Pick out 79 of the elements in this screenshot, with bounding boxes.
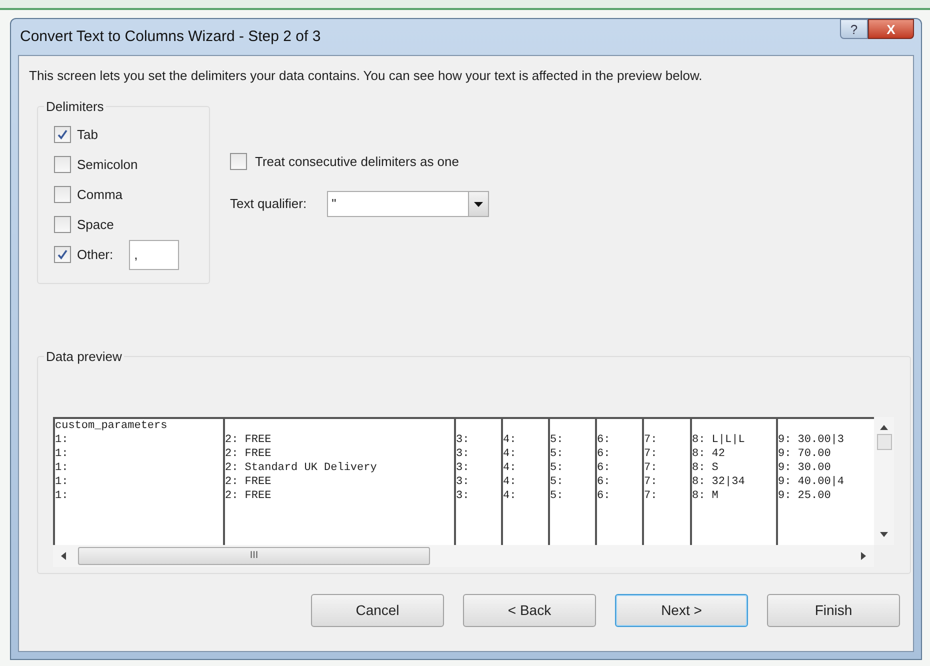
- preview-cell-text: 1:: [55, 474, 70, 488]
- preview-cell-text: 7:: [644, 432, 658, 446]
- preview-cell-text: 8: L|L|L: [692, 432, 746, 446]
- dialog-button[interactable]: Next >: [615, 594, 748, 626]
- check-icon: [57, 129, 68, 140]
- preview-cell-text: 7:: [644, 474, 658, 488]
- scroll-left-icon[interactable]: [61, 552, 66, 560]
- preview-cell-text: 6:: [597, 460, 612, 474]
- preview-cell-text: 3:: [456, 460, 470, 474]
- preview-cell-text: 5:: [550, 460, 564, 474]
- preview-cell-text: 2: Standard UK Delivery: [225, 460, 378, 474]
- preview-cell-text: 5:: [550, 432, 564, 446]
- dropdown-arrow-icon: [474, 202, 483, 206]
- preview-cell-text: 7:: [644, 488, 658, 502]
- preview-cell-text: 7:: [644, 460, 658, 474]
- checkbox[interactable]: [230, 152, 247, 170]
- checkbox[interactable]: [54, 246, 71, 263]
- preview-cell-text: 3:: [456, 488, 470, 502]
- preview-cell-text: 9: 30.00|3: [778, 432, 846, 446]
- check-icon: [57, 249, 68, 260]
- preview-cell-text: 2: FREE: [225, 446, 272, 460]
- preview-cell-text: 4:: [503, 474, 518, 488]
- preview-cell-text: 4:: [503, 460, 518, 474]
- preview-cell-text: 9: 40.00|4: [778, 474, 846, 488]
- dialog-button[interactable]: Finish: [767, 594, 900, 626]
- preview-cell-text: 1:: [55, 446, 70, 460]
- preview-cell-text: 6:: [597, 488, 612, 502]
- scroll-thumb[interactable]: [876, 434, 892, 450]
- help-button[interactable]: ?: [840, 19, 868, 39]
- preview-cell-text: 5:: [550, 488, 564, 502]
- checkbox[interactable]: [54, 126, 71, 143]
- preview-cell-text: 1:: [55, 432, 70, 446]
- vertical-scrollbar[interactable]: [874, 416, 894, 544]
- preview-cell-text: 2: FREE: [225, 474, 272, 488]
- checkbox-label: Treat consecutive delimiters as one: [255, 152, 460, 170]
- column-header: custom_parameters: [55, 418, 168, 432]
- checkbox-label: Other:: [77, 246, 114, 264]
- preview-cell-text: 6:: [597, 432, 612, 446]
- other-delimiter-field[interactable]: ,: [129, 240, 180, 270]
- preview-cell-text: 5:: [550, 446, 564, 460]
- text-qualifier-dropdown[interactable]: ": [326, 191, 489, 217]
- preview-cell-text: 7:: [644, 446, 658, 460]
- preview-cell-text: 1:: [55, 488, 70, 502]
- preview-cell-text: 9: 70.00: [778, 446, 832, 460]
- checkbox[interactable]: [54, 216, 71, 233]
- preview-cell-text: 5:: [550, 474, 564, 488]
- dialog-button[interactable]: < Back: [463, 594, 596, 626]
- intro-text: This screen lets you set the delimiters your data contains. You can see how your text is affected in the preview below.: [29, 67, 704, 85]
- checkbox-label: Comma: [77, 186, 123, 204]
- preview-cell-text: 6:: [597, 474, 612, 488]
- preview-cell-text: 3:: [456, 446, 470, 460]
- checkbox-label: Tab: [77, 126, 98, 144]
- preview-cell-text: 1:: [55, 460, 70, 474]
- preview-cell-text: 8: S: [692, 460, 720, 474]
- preview-cell-text: 3:: [456, 432, 470, 446]
- field-label: Text qualifier:: [230, 195, 307, 214]
- preview-cell-text: 4:: [503, 488, 518, 502]
- scroll-down-icon[interactable]: [880, 532, 888, 536]
- scroll-right-icon[interactable]: [861, 552, 866, 560]
- preview-cell-text: 2: FREE: [225, 432, 272, 446]
- preview-cell-text: 2: FREE: [225, 488, 272, 502]
- horizontal-scrollbar[interactable]: III: [53, 544, 874, 566]
- preview-cell-text: 8: 32|34: [692, 474, 746, 488]
- preview-cell-text: 9: 30.00: [778, 460, 832, 474]
- checkbox-label: Space: [77, 216, 114, 234]
- dialog-button[interactable]: Cancel: [311, 594, 444, 626]
- preview-cell-text: 9: 25.00: [778, 488, 832, 502]
- preview-cell-text: 4:: [503, 446, 518, 460]
- close-button[interactable]: X: [868, 19, 914, 39]
- preview-cell-text: 6:: [597, 446, 612, 460]
- scroll-up-icon[interactable]: [880, 424, 888, 430]
- checkbox[interactable]: [54, 156, 71, 173]
- preview-cell-text: 8: M: [692, 488, 720, 502]
- preview-cell-text: 8: 42: [692, 446, 726, 460]
- preview-cell-text: 4:: [503, 432, 518, 446]
- checkbox-label: Semicolon: [77, 156, 138, 174]
- window-title: Convert Text to Columns Wizard - Step 2 of 3: [20, 26, 321, 47]
- checkbox[interactable]: [54, 186, 71, 203]
- preview-cell-text: 3:: [456, 474, 470, 488]
